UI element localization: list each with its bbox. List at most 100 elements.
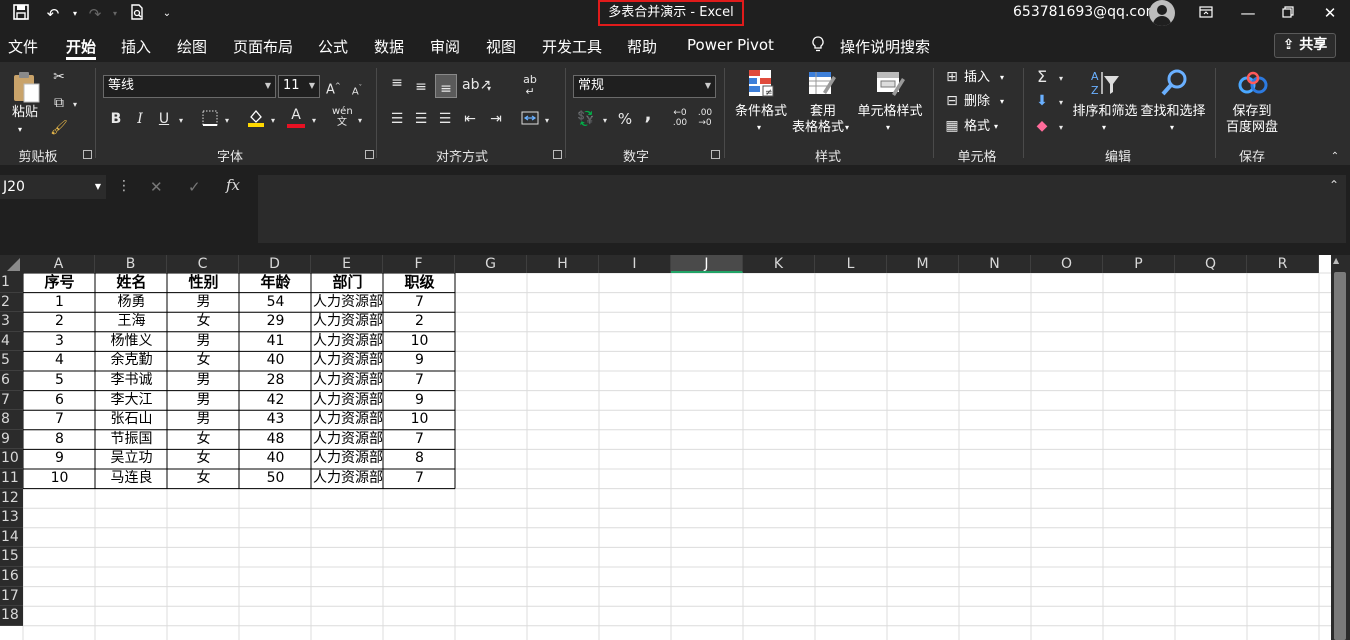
row-header-5[interactable]: 5 (0, 351, 23, 371)
phonetic-guide-icon[interactable]: wén 文 (332, 106, 353, 128)
cell-a6[interactable]: 5 (24, 371, 95, 391)
clear-dropdown-icon[interactable]: ▾ (1056, 119, 1066, 137)
tab-developer[interactable]: 开发工具 (542, 36, 602, 57)
cell-d4[interactable]: 41 (240, 332, 311, 352)
merge-center-icon[interactable] (520, 110, 540, 131)
share-button[interactable]: ⇪ 共享 (1274, 33, 1336, 58)
cell-c1[interactable]: 性别 (168, 273, 239, 293)
orientation-dropdown-icon[interactable]: ▾ (484, 80, 494, 98)
column-header-f[interactable]: F (383, 255, 455, 273)
cell-c8[interactable]: 男 (168, 410, 239, 430)
find-select-icon[interactable] (1158, 68, 1190, 103)
cell-e10[interactable]: 人力资源部 (312, 449, 383, 469)
align-right-icon[interactable]: ☰ (436, 110, 454, 128)
format-table-dropdown-icon[interactable]: ▾ (845, 120, 849, 136)
undo-icon[interactable]: ↶ (42, 4, 64, 24)
cell-f2[interactable]: 7 (384, 293, 455, 313)
column-header-h[interactable]: H (527, 255, 599, 273)
comma-style-button[interactable]: , (642, 106, 654, 124)
row-header-4[interactable]: 4 (0, 331, 23, 352)
account-email[interactable]: 653781693@qq.com (1013, 4, 1159, 20)
orientation-icon[interactable]: ab↗ (462, 76, 491, 94)
font-size-select[interactable]: 11 ▼ (278, 75, 320, 98)
format-as-table-button-line2[interactable]: 表格格式 (790, 120, 846, 136)
clipboard-launcher-icon[interactable] (83, 150, 92, 159)
decrease-indent-icon[interactable]: ⇤ (460, 110, 480, 128)
cell-c7[interactable]: 男 (168, 391, 239, 411)
insert-cells-icon[interactable]: ⊞ (944, 68, 960, 86)
ribbon-display-icon[interactable] (1188, 2, 1224, 24)
conditional-formatting-button[interactable]: 条件格式 (734, 104, 788, 120)
cell-styles-button[interactable]: 单元格样式 (857, 104, 923, 120)
borders-dropdown-icon[interactable]: ▾ (222, 112, 232, 130)
find-dropdown-icon[interactable]: ▾ (1170, 120, 1174, 136)
save-to-baidu-line1[interactable]: 保存到 (1226, 104, 1278, 120)
column-header-l[interactable]: L (815, 255, 887, 273)
confirm-entry-icon[interactable]: ✓ (188, 178, 201, 196)
align-middle-icon[interactable]: ≡ (412, 78, 430, 96)
cell-e8[interactable]: 人力资源部 (312, 410, 383, 430)
cell-b10[interactable]: 吴立功 (96, 449, 167, 469)
tab-page-layout[interactable]: 页面布局 (233, 36, 293, 57)
cell-c6[interactable]: 男 (168, 371, 239, 391)
more-options-icon[interactable]: ⋮ (117, 178, 131, 194)
align-left-icon[interactable]: ☰ (388, 110, 406, 128)
align-center-icon[interactable]: ☰ (412, 110, 430, 128)
fill-color-icon[interactable] (246, 108, 266, 133)
cell-b2[interactable]: 杨勇 (96, 293, 167, 313)
cell-a9[interactable]: 8 (24, 430, 95, 450)
scroll-up-icon[interactable]: ▲ (1333, 256, 1339, 265)
cell-e9[interactable]: 人力资源部 (312, 430, 383, 450)
row-header-1[interactable]: 1 (0, 273, 23, 293)
cell-d5[interactable]: 40 (240, 351, 311, 371)
format-painter-icon[interactable]: 🖌 (50, 119, 68, 137)
cell-c4[interactable]: 男 (168, 332, 239, 352)
collapse-ribbon-icon[interactable]: ⌃ (1328, 148, 1342, 166)
restore-icon[interactable] (1270, 2, 1306, 24)
row-header-7[interactable]: 7 (0, 390, 23, 411)
baidu-netdisk-icon[interactable] (1236, 70, 1270, 103)
column-header-g[interactable]: G (455, 255, 527, 273)
underline-button[interactable]: U (156, 110, 172, 128)
tab-insert[interactable]: 插入 (121, 36, 151, 57)
name-box[interactable]: J20 ▼ (0, 175, 106, 199)
column-header-n[interactable]: N (959, 255, 1031, 273)
formula-input[interactable] (258, 175, 1346, 243)
alignment-launcher-icon[interactable] (553, 150, 562, 159)
cond-dropdown-icon[interactable]: ▾ (757, 120, 761, 136)
cell-d9[interactable]: 48 (240, 430, 311, 450)
accounting-dropdown-icon[interactable]: ▾ (600, 112, 610, 130)
paste-button[interactable]: 粘贴 (10, 105, 40, 121)
row-header-10[interactable]: 10 (0, 449, 23, 469)
row-header-17[interactable]: 17 (0, 586, 23, 607)
percent-style-button[interactable]: % (616, 110, 634, 128)
insert-dropdown-icon[interactable]: ▾ (1000, 70, 1004, 86)
column-header-c[interactable]: C (167, 255, 239, 273)
undo-dropdown-icon[interactable]: ▾ (64, 4, 86, 24)
cell-d10[interactable]: 40 (240, 449, 311, 469)
bold-button[interactable]: B (108, 110, 124, 128)
number-format-select[interactable]: 常规 ▼ (573, 75, 716, 98)
customize-toolbar-icon[interactable]: ⌄ (156, 4, 178, 24)
conditional-formatting-icon[interactable]: ≠ (746, 68, 776, 103)
borders-icon[interactable] (201, 110, 219, 131)
increase-indent-icon[interactable]: ⇥ (486, 110, 506, 128)
cell-a1[interactable]: 序号 (24, 273, 95, 293)
cell-f11[interactable]: 7 (384, 469, 455, 489)
tab-draw[interactable]: 绘图 (177, 36, 207, 57)
insert-cells-button[interactable]: 插入 (964, 70, 990, 86)
close-icon[interactable]: ✕ (1312, 2, 1348, 24)
avatar[interactable] (1149, 0, 1175, 26)
minimize-icon[interactable]: — (1230, 2, 1266, 24)
row-header-12[interactable]: 12 (0, 488, 23, 509)
cell-e4[interactable]: 人力资源部 (312, 332, 383, 352)
row-header-16[interactable]: 16 (0, 567, 23, 587)
cell-f5[interactable]: 9 (384, 351, 455, 371)
column-header-o[interactable]: O (1031, 255, 1103, 273)
cell-d1[interactable]: 年龄 (240, 273, 311, 293)
format-dropdown-icon[interactable]: ▾ (994, 119, 998, 135)
row-header-9[interactable]: 9 (0, 429, 23, 450)
cell-d2[interactable]: 54 (240, 293, 311, 313)
tab-file[interactable]: 文件 (8, 36, 38, 57)
row-header-2[interactable]: 2 (0, 292, 23, 313)
